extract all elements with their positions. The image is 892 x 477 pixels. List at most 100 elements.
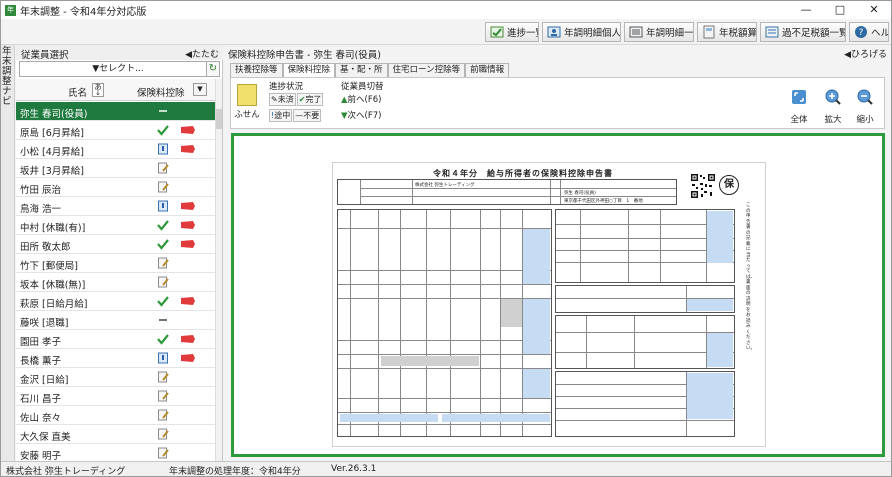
employee-row[interactable]: 竹下 [郵便局] xyxy=(16,254,216,273)
employee-name: 坂井 [3月昇給] xyxy=(20,166,84,177)
qr-code-icon xyxy=(690,173,716,199)
person-detail-label: 年調明細個人別 xyxy=(564,28,621,39)
employee-select-dropdown[interactable]: ▼セレクト... xyxy=(19,61,217,77)
status-complete-button[interactable]: ✔完了 xyxy=(296,93,324,106)
person-detail-icon xyxy=(547,26,561,38)
employee-name: 田所 敬太郎 xyxy=(20,242,71,253)
minimize-button[interactable]: — xyxy=(789,1,823,19)
employee-row[interactable]: 佐山 奈々 xyxy=(16,406,216,425)
sticky-note-button[interactable]: ふせん xyxy=(233,84,261,120)
unnecessary-icon xyxy=(159,110,167,112)
detail-list-button[interactable]: 年調明細一覧 xyxy=(624,22,694,42)
sort-kana-button[interactable]: あ↓ xyxy=(92,83,104,97)
form-title: 令和４年分 給与所得者の保険料控除申告書 xyxy=(433,169,613,178)
employee-row[interactable]: 金沢 [日給] xyxy=(16,368,216,387)
employee-row[interactable]: 安藤 明子 xyxy=(16,444,216,461)
employee-table-header: 氏名 あ↓ 保険料控除 ▼ xyxy=(16,79,216,101)
red-tag-icon xyxy=(181,145,195,153)
help-button[interactable]: ? ヘルプ xyxy=(849,22,889,42)
tab-previous-job[interactable]: 前職情報 xyxy=(465,63,510,77)
zoom-out-button[interactable]: 縮小 xyxy=(851,88,879,125)
balance-list-button[interactable]: 過不足税額一覧 xyxy=(760,22,846,42)
in-progress-icon xyxy=(158,143,168,155)
employee-row[interactable]: 鳥海 浩一 xyxy=(16,197,216,216)
app-icon: 年 xyxy=(5,4,16,16)
employee-row[interactable]: 田所 敬太郎 xyxy=(16,235,216,254)
employee-row[interactable]: 坂本 [休職(無)] xyxy=(16,273,216,292)
view-all-button[interactable]: 全体 xyxy=(785,88,813,125)
not-done-icon xyxy=(158,162,169,174)
svg-text:?: ? xyxy=(859,28,864,38)
red-tag-icon xyxy=(181,202,195,210)
status-in-progress-button[interactable]: !途中 xyxy=(269,109,293,122)
status-not-done-button[interactable]: ✎未済 xyxy=(269,93,296,106)
zoom-in-button[interactable]: 拡大 xyxy=(819,88,847,125)
tab-housing-loan[interactable]: 住宅ローン控除等 xyxy=(387,63,466,77)
employee-row[interactable]: 竹田 辰治 xyxy=(16,178,216,197)
employee-row[interactable]: 中村 [休職(有)] xyxy=(16,216,216,235)
tab-insurance[interactable]: 保険料控除 xyxy=(282,63,336,77)
document-preview-frame[interactable]: 令和４年分 給与所得者の保険料控除申告書 保 株式会社 弥生トレーディング 弥生… xyxy=(231,133,885,457)
status-bar: 株式会社 弥生トレーディング 年末調整の処理年度：令和4年分 Ver.26.3.… xyxy=(1,461,891,477)
employee-name: 金沢 [日給] xyxy=(20,375,69,386)
status-unnecessary-button[interactable]: —不要 xyxy=(293,109,322,122)
year-end-navi-tab[interactable]: 年末調整ナビ xyxy=(1,45,15,461)
help-label: ヘルプ xyxy=(871,28,888,39)
employee-row[interactable]: 園田 孝子 xyxy=(16,330,216,349)
zoom-in-icon xyxy=(825,89,841,105)
employee-row[interactable]: 小松 [4月昇給] xyxy=(16,140,216,159)
balance-list-icon xyxy=(765,26,779,38)
zoom-in-label: 拡大 xyxy=(824,115,842,125)
small-enterprise-block xyxy=(555,315,735,369)
zoom-out-label: 縮小 xyxy=(856,115,874,125)
employee-row[interactable]: 弥生 春司(役員) xyxy=(16,102,216,121)
sticky-note-icon xyxy=(237,84,257,106)
employee-name: 原島 [6月昇給] xyxy=(20,128,84,139)
collapse-button[interactable]: ◀たたむ xyxy=(185,47,219,60)
header-info-block: 株式会社 弥生トレーディング 弥生 春司(役員) 東京都千代田区外神田○丁目 1… xyxy=(337,179,677,205)
employee-name: 長橋 薫子 xyxy=(20,356,62,367)
employee-name: 鳥海 浩一 xyxy=(20,204,62,215)
status-year: 年末調整の処理年度：令和4年分 xyxy=(169,467,301,477)
status-filter-button[interactable]: ▼ xyxy=(193,83,207,96)
expand-button[interactable]: ◀ひろげる xyxy=(844,47,887,60)
not-done-icon xyxy=(158,409,169,421)
complete-check-icon xyxy=(157,125,169,136)
progress-list-button[interactable]: 進捗一覧 xyxy=(485,22,539,42)
employee-name-field: 弥生 春司(役員) xyxy=(564,191,596,196)
deduction-panel-title: 保険料控除申告書 - 弥生 春司(役員) xyxy=(228,50,381,61)
employee-row[interactable]: 石川 昌子 xyxy=(16,387,216,406)
employee-panel: 従業員選択 ◀たたむ ▼セレクト... ↻ 氏名 あ↓ 保険料控除 ▼ 弥生 春… xyxy=(16,45,223,461)
employee-row[interactable]: 萩原 [日給月給] xyxy=(16,292,216,311)
not-done-icon xyxy=(158,390,169,402)
unnecessary-icon xyxy=(159,319,167,321)
complete-check-icon xyxy=(157,334,169,345)
refresh-icon[interactable]: ↻ xyxy=(206,61,220,77)
employee-row[interactable]: 藤咲 [退職] xyxy=(16,311,216,330)
window-title: 年末調整 - 令和4年分対応版 xyxy=(20,6,147,18)
employee-address-field: 東京都千代田区外神田○丁目 1 番地 xyxy=(564,199,643,204)
employee-row[interactable]: 大久保 直美 xyxy=(16,425,216,444)
tab-basic-spouse[interactable]: 基・配・所 xyxy=(335,63,388,77)
maximize-button[interactable]: □ xyxy=(823,1,857,19)
employee-row[interactable]: 原島 [6月昇給] xyxy=(16,121,216,140)
tab-dependents[interactable]: 扶養控除等 xyxy=(230,63,283,77)
employee-list-scrollbar[interactable] xyxy=(215,79,222,461)
social-insurance-block xyxy=(555,209,735,283)
view-all-label: 全体 xyxy=(790,115,808,125)
insurance-deduction-form[interactable]: 令和４年分 給与所得者の保険料控除申告書 保 株式会社 弥生トレーディング 弥生… xyxy=(332,162,766,447)
scrollbar-thumb[interactable] xyxy=(216,109,222,129)
employee-row[interactable]: 坂井 [3月昇給] xyxy=(16,159,216,178)
tax-calc-button[interactable]: 年税額算出 xyxy=(697,22,757,42)
person-detail-button[interactable]: 年調明細個人別 xyxy=(542,22,621,42)
next-employee-button[interactable]: ▼次へ(F7) xyxy=(341,109,384,121)
employee-name: 園田 孝子 xyxy=(20,337,62,348)
close-button[interactable]: ✕ xyxy=(857,1,891,19)
not-done-icon xyxy=(158,428,169,440)
employee-name: 中村 [休職(有)] xyxy=(20,223,86,234)
prev-employee-button[interactable]: ▲前へ(F6) xyxy=(341,93,384,105)
complete-check-icon xyxy=(157,296,169,307)
employee-row[interactable]: 長橋 薫子 xyxy=(16,349,216,368)
form-side-note: この申告書の記載に当たっては、裏面の説明をお読みください。 xyxy=(746,203,755,351)
help-icon: ? xyxy=(855,26,867,38)
